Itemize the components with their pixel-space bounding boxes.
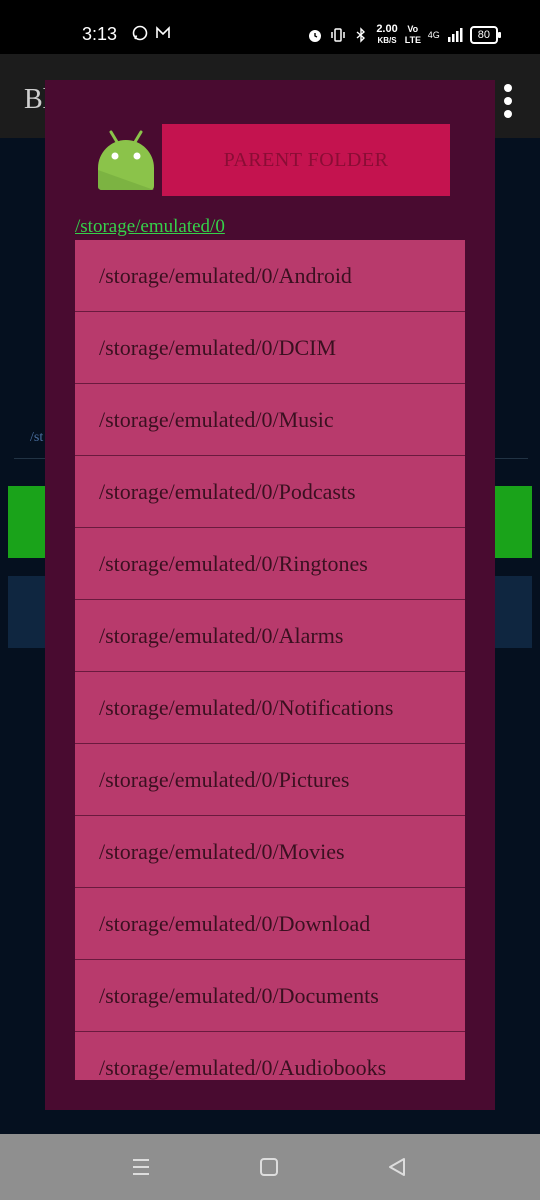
android-icon (98, 130, 154, 190)
volte-indicator: Vo LTE (404, 24, 422, 45)
folder-item[interactable]: /storage/emulated/0/Alarms (75, 600, 465, 672)
notification-icons (132, 25, 171, 41)
status-bar: 3:13 2.00 KB/S Vo LTE 4G 80 (0, 0, 540, 54)
network-type: 4G (427, 30, 440, 40)
whatsapp-icon (132, 25, 148, 41)
background-path-label: /st (30, 430, 44, 445)
folder-list[interactable]: /storage/emulated/0/Android /storage/emu… (75, 240, 465, 1080)
navigation-bar (0, 1134, 540, 1200)
status-time: 3:13 (82, 24, 118, 44)
folder-item[interactable]: /storage/emulated/0/Movies (75, 816, 465, 888)
folder-item[interactable]: /storage/emulated/0/Music (75, 384, 465, 456)
overflow-menu-icon[interactable] (504, 84, 512, 118)
folder-item[interactable]: /storage/emulated/0/Pictures (75, 744, 465, 816)
folder-item[interactable]: /storage/emulated/0/DCIM (75, 312, 465, 384)
battery-indicator: 80 (469, 26, 502, 44)
folder-item[interactable]: /storage/emulated/0/Podcasts (75, 456, 465, 528)
folder-item[interactable]: /storage/emulated/0/Notifications (75, 672, 465, 744)
net-speed-unit: KB/S (377, 36, 397, 45)
recent-apps-icon[interactable] (130, 1156, 152, 1178)
gmail-icon (156, 26, 170, 38)
alarm-icon (309, 30, 322, 42)
folder-picker-dialog: PARENT FOLDER /storage/emulated/0 /stora… (45, 80, 495, 1110)
parent-folder-button[interactable]: PARENT FOLDER (162, 124, 450, 196)
signal-icon (447, 28, 463, 42)
home-icon[interactable] (258, 1156, 280, 1178)
vibrate-icon (331, 28, 346, 42)
folder-item[interactable]: /storage/emulated/0/Audiobooks (75, 1032, 465, 1080)
net-speed: 2.00 KB/S (376, 24, 397, 46)
current-path-label: /storage/emulated/0 (75, 216, 225, 237)
net-speed-value: 2.00 (376, 23, 398, 35)
folder-item[interactable]: /storage/emulated/0/Android (75, 240, 465, 312)
bluetooth-icon (356, 27, 366, 43)
folder-item[interactable]: /storage/emulated/0/Ringtones (75, 528, 465, 600)
folder-item[interactable]: /storage/emulated/0/Documents (75, 960, 465, 1032)
folder-item[interactable]: /storage/emulated/0/Download (75, 888, 465, 960)
back-icon[interactable] (386, 1156, 408, 1178)
system-icons: 2.00 KB/S Vo LTE 4G 80 (307, 24, 502, 46)
